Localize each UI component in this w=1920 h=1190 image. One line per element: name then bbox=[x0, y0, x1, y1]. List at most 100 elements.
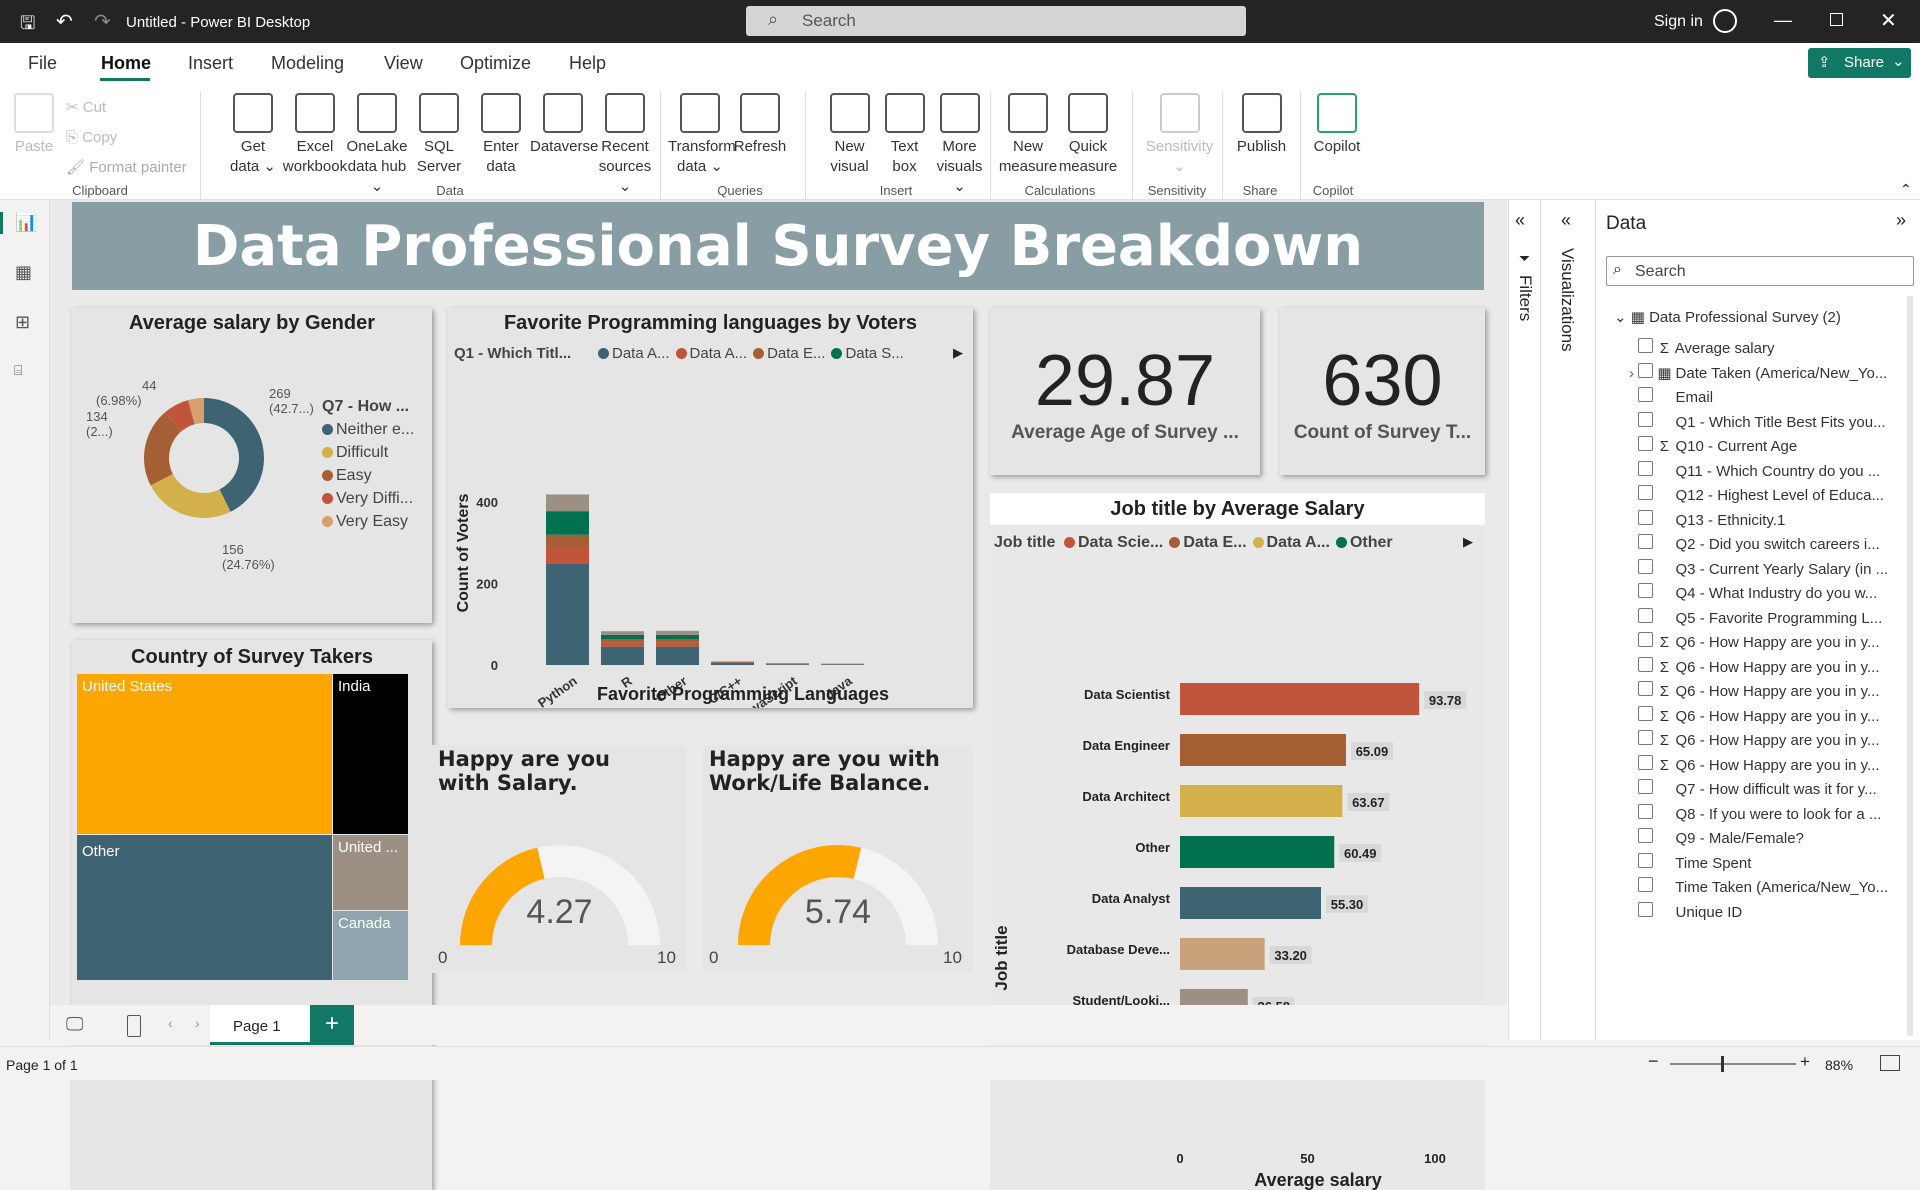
field-checkbox[interactable] bbox=[1638, 436, 1653, 451]
stack-bar-segment[interactable] bbox=[546, 494, 589, 511]
field-checkbox[interactable] bbox=[1638, 804, 1653, 819]
ribbon-button-get[interactable]: Getdata ⌄ bbox=[220, 93, 286, 177]
stack-bar-segment[interactable] bbox=[656, 647, 699, 665]
filters-pane[interactable]: « ⏷ Filters bbox=[1508, 200, 1540, 1040]
field-checkbox[interactable] bbox=[1638, 583, 1653, 598]
field-checkbox[interactable] bbox=[1638, 461, 1653, 476]
close-icon[interactable]: ✕ bbox=[1880, 8, 1897, 33]
ribbon-button-transform[interactable]: Transformdata ⌄ bbox=[668, 93, 732, 177]
legend-item[interactable]: Very Easy bbox=[322, 513, 414, 536]
field-checkbox[interactable] bbox=[1638, 681, 1653, 696]
model-view-icon[interactable]: ⊞ bbox=[15, 312, 30, 333]
stack-bar-segment[interactable] bbox=[601, 643, 644, 647]
treemap-cell[interactable]: India bbox=[333, 674, 408, 834]
stack-bar-segment[interactable] bbox=[601, 635, 644, 639]
minimize-icon[interactable]: — bbox=[1774, 10, 1792, 31]
menu-help[interactable]: Help bbox=[569, 53, 606, 74]
desktop-layout-icon[interactable]: 🖵 bbox=[66, 1014, 83, 1035]
zoom-slider[interactable] bbox=[1670, 1063, 1796, 1065]
data-search-input[interactable]: ⌕ Search bbox=[1606, 256, 1914, 286]
chevrons-left-icon[interactable]: « bbox=[1561, 210, 1571, 231]
collapse-ribbon-icon[interactable]: ⌃ bbox=[1900, 181, 1912, 198]
field-item[interactable]: Q5 - Favorite Programming L... bbox=[1596, 608, 1882, 627]
field-checkbox[interactable] bbox=[1638, 755, 1653, 770]
undo-icon[interactable]: ↶ bbox=[56, 9, 73, 34]
field-checkbox[interactable] bbox=[1638, 657, 1653, 672]
field-checkbox[interactable] bbox=[1638, 730, 1653, 745]
treemap-cell[interactable]: Canada bbox=[333, 911, 408, 980]
treemap-cell[interactable]: United States bbox=[77, 674, 332, 834]
field-checkbox[interactable] bbox=[1638, 412, 1653, 427]
field-item[interactable]: Q9 - Male/Female? bbox=[1596, 828, 1804, 847]
chevrons-left-icon[interactable]: « bbox=[1515, 210, 1525, 231]
prev-page-icon[interactable]: ‹ bbox=[168, 1015, 173, 1031]
field-item[interactable]: Q12 - Highest Level of Educa... bbox=[1596, 485, 1884, 504]
field-item[interactable]: Σ Q6 - How Happy are you in y... bbox=[1596, 730, 1880, 749]
stack-bar-segment[interactable] bbox=[601, 631, 644, 635]
field-item[interactable]: Σ Q6 - How Happy are you in y... bbox=[1596, 632, 1880, 651]
stack-bar-segment[interactable] bbox=[546, 535, 589, 547]
zoom-slider-thumb[interactable] bbox=[1721, 1056, 1724, 1072]
field-checkbox[interactable] bbox=[1638, 534, 1653, 549]
treemap-card[interactable]: Country of Survey Takers United States I… bbox=[72, 640, 432, 1190]
copy-button[interactable]: ⎘ Copy bbox=[66, 123, 187, 153]
field-item[interactable]: Σ Q6 - How Happy are you in y... bbox=[1596, 706, 1880, 725]
mobile-layout-icon[interactable] bbox=[127, 1015, 141, 1037]
gauge-salary-card[interactable]: Happy are youwith Salary. 4.27 0 10 bbox=[432, 745, 687, 973]
kpi-average-age-card[interactable]: 29.87 Average Age of Survey ... bbox=[990, 308, 1260, 475]
hbar-bar[interactable] bbox=[1180, 836, 1334, 868]
field-item[interactable]: Q11 - Which Country do you ... bbox=[1596, 461, 1880, 480]
field-checkbox[interactable] bbox=[1638, 387, 1653, 402]
hbar-bar[interactable] bbox=[1180, 785, 1342, 817]
field-checkbox[interactable] bbox=[1638, 877, 1653, 892]
ribbon-button-more[interactable]: Morevisuals ⌄ bbox=[930, 93, 989, 197]
fit-to-page-icon[interactable] bbox=[1880, 1055, 1900, 1071]
stack-bar-segment[interactable] bbox=[601, 647, 644, 665]
hbar-bar[interactable] bbox=[1180, 887, 1321, 919]
ribbon-button-dataverse[interactable]: Dataverse bbox=[530, 93, 596, 157]
paste-button[interactable]: Paste bbox=[12, 93, 56, 157]
ribbon-button-text[interactable]: Textbox bbox=[875, 93, 934, 177]
stack-bar-segment[interactable] bbox=[656, 631, 699, 635]
field-checkbox[interactable] bbox=[1638, 828, 1653, 843]
ribbon-button-onelake[interactable]: OneLakedata hub ⌄ bbox=[344, 93, 410, 197]
menu-insert[interactable]: Insert bbox=[188, 53, 233, 74]
field-checkbox[interactable] bbox=[1638, 779, 1653, 794]
field-item[interactable]: Σ Q6 - How Happy are you in y... bbox=[1596, 681, 1880, 700]
field-checkbox[interactable] bbox=[1638, 485, 1653, 500]
stack-bar-segment[interactable] bbox=[656, 639, 699, 642]
chevrons-right-icon[interactable]: » bbox=[1896, 210, 1906, 231]
field-checkbox[interactable] bbox=[1638, 510, 1653, 525]
stack-bar-segment[interactable] bbox=[656, 643, 699, 647]
field-item[interactable]: Q2 - Did you switch careers i... bbox=[1596, 534, 1880, 553]
field-item[interactable]: Q7 - How difficult was it for y... bbox=[1596, 779, 1877, 798]
search-box[interactable]: ⌕ Search bbox=[746, 6, 1246, 36]
field-item[interactable]: Q8 - If you were to look for a ... bbox=[1596, 804, 1881, 823]
treemap-cell[interactable]: United ... bbox=[333, 835, 408, 910]
page-tab[interactable]: Page 1 bbox=[210, 1005, 310, 1045]
treemap-cell[interactable]: Other bbox=[77, 835, 332, 980]
ribbon-button-enter[interactable]: Enterdata bbox=[468, 93, 534, 177]
maximize-icon[interactable] bbox=[1830, 13, 1843, 26]
field-item[interactable]: Σ Q10 - Current Age bbox=[1596, 436, 1797, 455]
legend-item[interactable]: Easy bbox=[322, 467, 414, 490]
menu-optimize[interactable]: Optimize bbox=[460, 53, 531, 74]
field-checkbox[interactable] bbox=[1638, 608, 1653, 623]
table-view-icon[interactable]: ▦ bbox=[15, 262, 32, 283]
sign-in-link[interactable]: Sign in bbox=[1654, 13, 1703, 31]
add-page-button[interactable]: + bbox=[310, 1005, 354, 1045]
stack-bar-segment[interactable] bbox=[546, 511, 589, 535]
field-item[interactable]: Time Spent bbox=[1596, 853, 1751, 872]
report-canvas[interactable]: Data Professional Survey Breakdown Avera… bbox=[50, 200, 1507, 1040]
ribbon-button-recent[interactable]: Recentsources ⌄ bbox=[592, 93, 658, 197]
report-view-icon[interactable]: 📊 bbox=[15, 212, 37, 233]
redo-icon[interactable]: ↷ bbox=[94, 9, 111, 34]
field-item[interactable]: › ▦ Date Taken (America/New_Yo... bbox=[1596, 363, 1887, 382]
stack-bar-segment[interactable] bbox=[711, 663, 754, 665]
menu-home[interactable]: Home bbox=[101, 53, 151, 74]
share-button[interactable]: ⇪ Share ⌄ bbox=[1808, 48, 1911, 78]
field-item[interactable]: Time Taken (America/New_Yo... bbox=[1596, 877, 1888, 896]
stack-bar-segment[interactable] bbox=[546, 563, 589, 665]
field-item[interactable]: Σ Q6 - How Happy are you in y... bbox=[1596, 755, 1880, 774]
next-page-icon[interactable]: › bbox=[195, 1015, 200, 1031]
